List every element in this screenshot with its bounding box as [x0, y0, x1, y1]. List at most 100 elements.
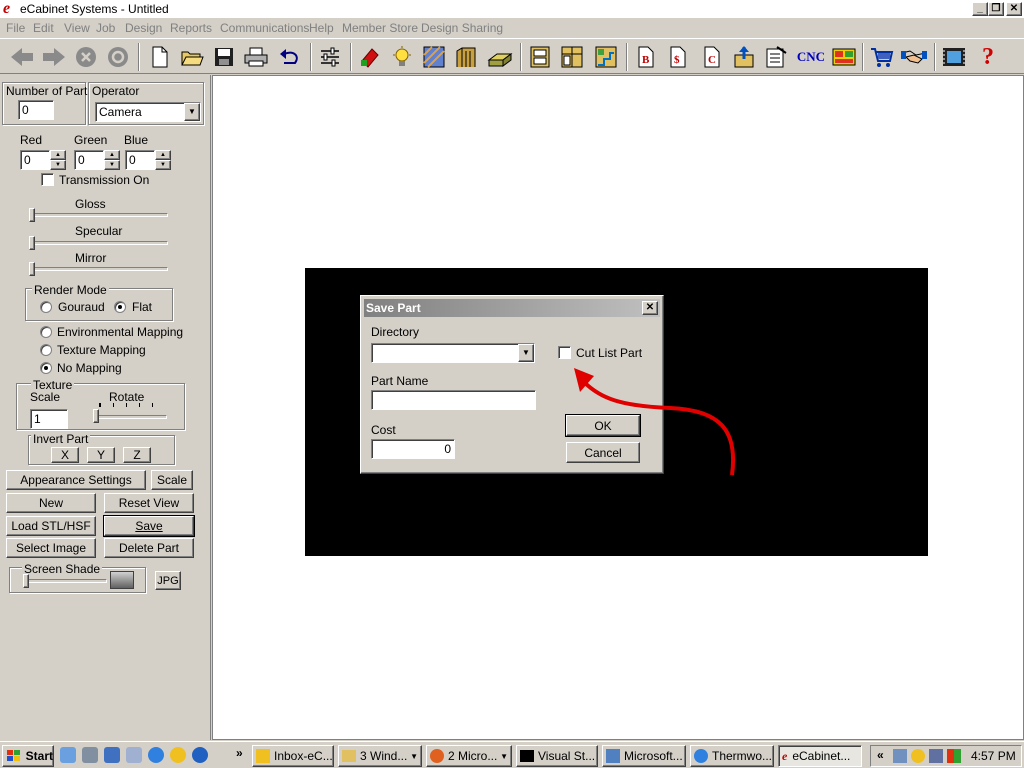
handshake-icon[interactable] — [900, 43, 928, 71]
chevron-down-icon[interactable]: ▼ — [184, 103, 200, 121]
menu-view[interactable]: View — [64, 21, 90, 35]
new-button[interactable]: New — [6, 493, 96, 513]
operator-select[interactable]: Camera ▼ — [95, 102, 201, 122]
report-b-icon[interactable]: B — [632, 43, 660, 71]
spin-up-icon[interactable]: ▲ — [50, 150, 66, 160]
red-spinner[interactable]: ▲ ▼ — [50, 150, 66, 170]
quick-launch-chevron[interactable]: » — [236, 746, 243, 760]
drawer-box-icon[interactable] — [486, 43, 514, 71]
light-bulb-icon[interactable] — [388, 43, 416, 71]
tools-icon[interactable] — [82, 747, 98, 763]
green-input[interactable]: 0 — [74, 150, 104, 170]
stop-icon[interactable] — [72, 43, 100, 71]
task-inbox[interactable]: Inbox-eC... — [252, 745, 334, 767]
texture-mapping-radio[interactable] — [40, 344, 52, 356]
print-icon[interactable] — [242, 43, 270, 71]
network-icon[interactable] — [104, 747, 120, 763]
green-spinner[interactable]: ▲ ▼ — [104, 150, 120, 170]
tool-red-icon[interactable] — [356, 43, 384, 71]
tray-windows-icon[interactable] — [947, 749, 961, 763]
shade-color-swatch[interactable] — [110, 571, 134, 589]
environmental-mapping-radio[interactable] — [40, 326, 52, 338]
screen-shade-slider-thumb[interactable] — [23, 574, 29, 588]
flat-radio[interactable] — [114, 301, 126, 313]
appearance-settings-button[interactable]: Appearance Settings — [6, 470, 146, 490]
cabinet-double-icon[interactable] — [558, 43, 586, 71]
cut-list-part-checkbox[interactable] — [558, 346, 571, 359]
blue-input[interactable]: 0 — [125, 150, 155, 170]
export-icon[interactable] — [730, 43, 758, 71]
menu-communications[interactable]: Communications — [220, 21, 309, 35]
menu-reports[interactable]: Reports — [170, 21, 212, 35]
ie-icon[interactable] — [148, 747, 164, 763]
save-button[interactable]: Save — [103, 515, 195, 537]
red-input[interactable]: 0 — [20, 150, 50, 170]
start-button[interactable]: Start — [2, 745, 54, 767]
load-stl-button[interactable]: Load STL/HSF — [6, 516, 96, 536]
specular-slider-thumb[interactable] — [29, 236, 35, 250]
door-frame-icon[interactable] — [452, 43, 480, 71]
rotate-slider-thumb[interactable] — [93, 409, 99, 423]
back-arrow-icon[interactable] — [8, 43, 36, 71]
spin-up-icon[interactable]: ▲ — [155, 150, 171, 160]
invert-x-button[interactable]: X — [51, 447, 79, 463]
menu-job[interactable]: Job — [96, 21, 115, 35]
help-icon[interactable]: ? — [974, 43, 1002, 71]
reset-view-button[interactable]: Reset View — [104, 493, 194, 513]
menu-help[interactable]: Help — [309, 21, 334, 35]
scale-button[interactable]: Scale — [151, 470, 193, 490]
task-ecabinet[interactable]: e eCabinet... — [778, 745, 862, 767]
cabinet-icon[interactable] — [526, 43, 554, 71]
close-button[interactable]: ✕ — [1006, 2, 1022, 16]
texture-scale-input[interactable]: 1 — [30, 409, 68, 429]
menu-design[interactable]: Design — [125, 21, 162, 35]
texture-icon[interactable] — [420, 43, 448, 71]
spin-down-icon[interactable]: ▼ — [155, 160, 171, 170]
shopping-cart-icon[interactable] — [868, 43, 896, 71]
delete-part-button[interactable]: Delete Part — [104, 538, 194, 558]
gloss-slider-thumb[interactable] — [29, 208, 35, 222]
dialog-title-bar[interactable]: Save Part ✕ — [364, 299, 660, 317]
save-disk-icon[interactable] — [210, 43, 238, 71]
menu-member-store[interactable]: Member Store — [342, 21, 418, 35]
cnc-icon[interactable]: CNC — [794, 43, 828, 71]
task-windows[interactable]: 3 Wind... ▼ — [338, 745, 422, 767]
invert-z-button[interactable]: Z — [123, 447, 151, 463]
tray-monitor-icon[interactable] — [929, 749, 943, 763]
undo-icon[interactable] — [276, 43, 304, 71]
task-micro[interactable]: 2 Micro... ▼ — [426, 745, 512, 767]
minimize-button[interactable]: _ — [972, 2, 988, 16]
blue-spinner[interactable]: ▲ ▼ — [155, 150, 171, 170]
transmission-checkbox[interactable] — [41, 173, 54, 186]
jpg-button[interactable]: JPG — [155, 571, 181, 590]
menu-file[interactable]: File — [6, 21, 25, 35]
document-icon[interactable] — [126, 747, 142, 763]
report-dollar-icon[interactable]: $ — [664, 43, 692, 71]
forward-arrow-icon[interactable] — [40, 43, 68, 71]
task-microsoft[interactable]: Microsoft... — [602, 745, 686, 767]
number-of-part-input[interactable]: 0 — [18, 100, 54, 120]
new-file-icon[interactable] — [146, 43, 174, 71]
task-visual-studio[interactable]: Visual St... — [516, 745, 598, 767]
spin-down-icon[interactable]: ▼ — [50, 160, 66, 170]
tray-clock-icon[interactable] — [911, 749, 925, 763]
film-icon[interactable] — [940, 43, 968, 71]
tray-chevron[interactable]: « — [877, 748, 884, 762]
part-name-input[interactable] — [371, 390, 536, 410]
open-folder-icon[interactable] — [178, 43, 206, 71]
dialog-close-icon[interactable]: ✕ — [642, 301, 658, 315]
desktop-icon[interactable] — [60, 747, 76, 763]
menu-edit[interactable]: Edit — [33, 21, 54, 35]
invert-y-button[interactable]: Y — [87, 447, 115, 463]
refresh-icon[interactable] — [104, 43, 132, 71]
restore-button[interactable]: ❐ — [988, 2, 1004, 16]
menu-design-sharing[interactable]: Design Sharing — [421, 21, 503, 35]
chevron-down-icon[interactable]: ▼ — [518, 344, 534, 362]
browser-icon[interactable] — [192, 747, 208, 763]
spin-down-icon[interactable]: ▼ — [104, 160, 120, 170]
clock-app-icon[interactable] — [170, 747, 186, 763]
tray-network-icon[interactable] — [893, 749, 907, 763]
cabinet-stair-icon[interactable] — [592, 43, 620, 71]
cost-input[interactable]: 0 — [371, 439, 455, 459]
task-thermwood[interactable]: Thermwo... — [690, 745, 774, 767]
